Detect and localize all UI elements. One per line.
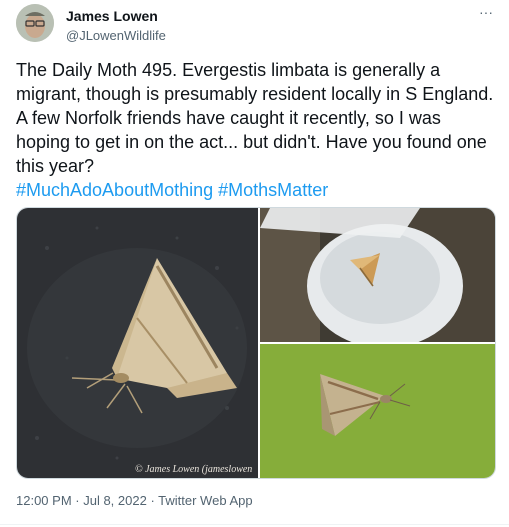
tweet: James Lowen @JLowenWildlife ··· The Dail… <box>0 0 509 527</box>
tweet-source[interactable]: Twitter Web App <box>158 493 252 508</box>
photo-watermark: © James Lowen (jameslowen <box>135 464 253 475</box>
hashtag-link[interactable]: #MuchAdoAboutMothing <box>16 180 213 200</box>
more-options-icon[interactable]: ··· <box>479 4 493 20</box>
author-block: James Lowen @JLowenWildlife <box>66 8 166 44</box>
avatar[interactable] <box>16 4 54 42</box>
meta-separator: · <box>71 493 84 508</box>
tweet-text: The Daily Moth 495. Evergestis limbata i… <box>16 58 496 202</box>
moth-photo-dark-background[interactable] <box>17 208 258 478</box>
tweet-date[interactable]: Jul 8, 2022 <box>83 493 147 508</box>
moth-photo-green-background[interactable] <box>260 344 495 478</box>
handle[interactable]: @JLowenWildlife <box>66 27 166 44</box>
divider <box>0 524 509 525</box>
display-name[interactable]: James Lowen <box>66 8 166 25</box>
media-grid: © James Lowen (jameslowen <box>16 207 496 479</box>
hashtag-link[interactable]: #MothsMatter <box>218 180 328 200</box>
tweet-time[interactable]: 12:00 PM <box>16 493 72 508</box>
moth-photo-in-pot[interactable] <box>260 208 495 342</box>
tweet-body: The Daily Moth 495. Evergestis limbata i… <box>16 60 498 176</box>
tweet-metadata: 12:00 PM · Jul 8, 2022 · Twitter Web App <box>16 493 253 508</box>
meta-separator: · <box>146 493 159 508</box>
